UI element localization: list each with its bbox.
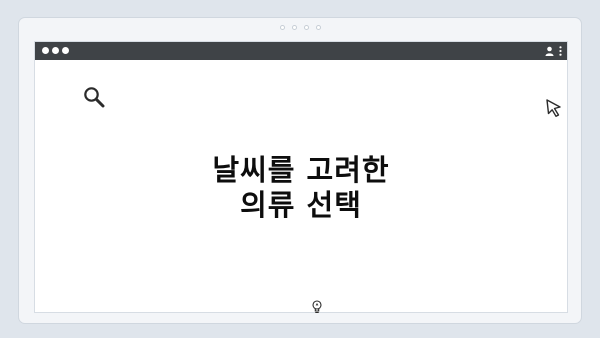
monitor-frame: 날씨를 고려한 의류 선택 <box>18 17 582 324</box>
browser-window: 날씨를 고려한 의류 선택 <box>34 41 568 314</box>
kebab-menu-icon[interactable] <box>559 46 562 56</box>
headline-line-2: 의류 선택 <box>240 188 362 222</box>
search-icon <box>84 87 105 108</box>
lightbulb-icon <box>312 300 322 314</box>
minimize-window-button[interactable] <box>52 47 59 54</box>
page-headline: 날씨를 고려한 의류 선택 <box>35 153 567 223</box>
profile-icon[interactable] <box>545 46 554 56</box>
close-window-button[interactable] <box>42 47 49 54</box>
monitor-camera-dots <box>19 25 581 30</box>
browser-titlebar <box>35 42 567 60</box>
maximize-window-button[interactable] <box>62 47 69 54</box>
camera-dot <box>303 25 309 30</box>
cursor-icon <box>546 99 561 117</box>
window-controls <box>42 47 69 54</box>
camera-dot <box>279 25 285 30</box>
camera-dot <box>291 25 297 30</box>
headline-line-1: 날씨를 고려한 <box>212 153 390 187</box>
camera-dot <box>315 25 321 30</box>
